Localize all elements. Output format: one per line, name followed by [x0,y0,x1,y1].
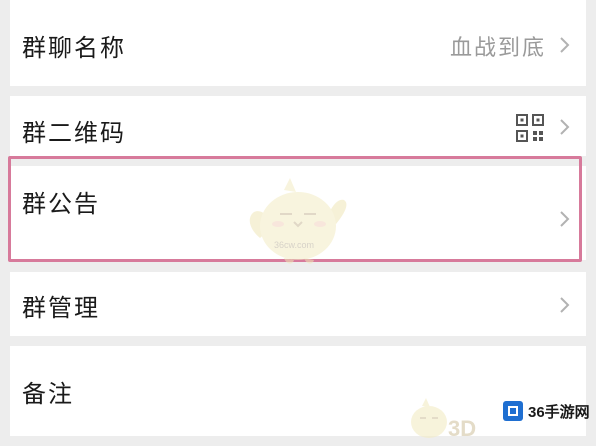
chevron-right-icon [560,119,570,135]
qr-code-icon [516,114,544,142]
group-name-row[interactable]: 群聊名称 血战到底 [10,0,586,86]
group-manage-row[interactable]: 群管理 [10,272,586,336]
brand-logo-icon [503,401,523,421]
group-name-label: 群聊名称 [22,34,126,62]
group-name-card: 群聊名称 血战到底 [10,0,586,86]
chevron-right-icon [560,37,570,53]
group-qr-label: 群二维码 [22,119,126,147]
group-manage-card: 群管理 [10,272,586,336]
group-qr-card: 群二维码 [10,96,586,156]
remark-label: 备注 [22,380,74,408]
group-name-value: 血战到底 [449,36,546,61]
group-notice-label: 群公告 [22,190,100,218]
remark-row[interactable]: 备注 [10,346,586,436]
group-qr-row[interactable]: 群二维码 [10,96,586,156]
site-watermark-text: 3D [448,416,477,441]
mascot-small-watermark-icon [411,398,447,438]
remark-card: 备注 [10,346,586,436]
chevron-right-icon [560,211,570,227]
brand-name: 36手游网 [528,403,590,421]
group-manage-label: 群管理 [22,294,100,322]
chevron-right-icon [560,297,570,313]
small-site-watermark: 36cw.com [274,240,315,250]
mascot-watermark-icon [249,178,347,264]
brand-watermark: 36手游网 [502,398,590,424]
